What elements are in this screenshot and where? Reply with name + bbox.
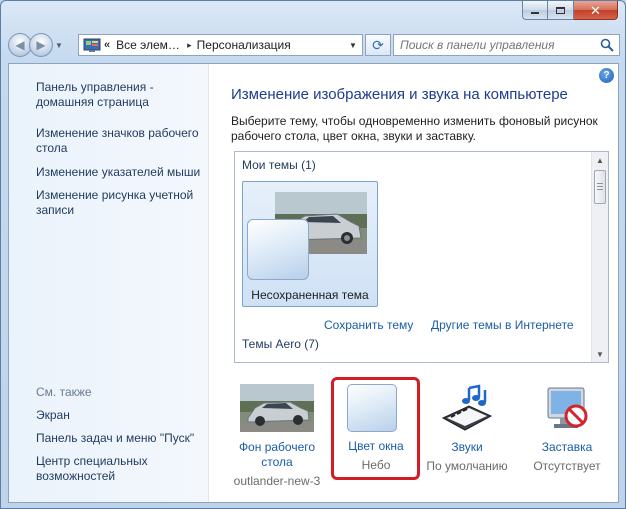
minimize-icon bbox=[531, 12, 539, 14]
aero-themes-label: Темы Aero (7) bbox=[242, 337, 319, 351]
save-theme-link[interactable]: Сохранить тему bbox=[324, 318, 413, 332]
sidebar-link-ease-of-access[interactable]: Центр специальных возможностей bbox=[36, 454, 166, 484]
themes-scrollbar[interactable]: ▲ ▼ bbox=[591, 152, 608, 362]
themes-list[interactable]: Мои темы (1) Несохраненная тема Сохранит… bbox=[234, 151, 609, 363]
see-also-heading: См. также bbox=[36, 385, 92, 399]
sounds-icon bbox=[441, 384, 493, 431]
sidebar-link-account-picture[interactable]: Изменение рисунка учетной записи bbox=[36, 188, 206, 218]
forward-arrow-icon: ▶ bbox=[36, 38, 46, 52]
sidebar-link-display[interactable]: Экран bbox=[36, 408, 206, 423]
desktop-background-item[interactable]: Фон рабочего стола outlander-new-3 bbox=[227, 384, 327, 489]
scroll-up-icon[interactable]: ▲ bbox=[592, 152, 608, 168]
page-title: Изменение изображения и звука на компьют… bbox=[231, 86, 568, 103]
screensaver-icon bbox=[547, 387, 588, 428]
window-color-title[interactable]: Цвет окна bbox=[337, 439, 415, 454]
search-icon[interactable] bbox=[600, 38, 614, 52]
screensaver-value: Отсутствует bbox=[533, 459, 601, 473]
sidebar: Панель управления - домашняя страница Из… bbox=[9, 64, 209, 502]
desktop-background-value: outlander-new-3 bbox=[233, 474, 321, 488]
window-color-item[interactable]: Цвет окна Небо bbox=[337, 439, 415, 473]
maximize-button[interactable] bbox=[548, 1, 574, 20]
back-arrow-icon: ◀ bbox=[15, 38, 25, 52]
control-panel-icon bbox=[83, 38, 101, 52]
car-wallpaper-icon bbox=[240, 384, 314, 432]
more-themes-online-link[interactable]: Другие темы в Интернете bbox=[431, 318, 574, 332]
desktop-background-title[interactable]: Фон рабочего стола bbox=[227, 440, 327, 470]
sidebar-link-control-panel-home[interactable]: Панель управления - домашняя страница bbox=[36, 80, 206, 110]
sounds-title[interactable]: Звуки bbox=[422, 440, 512, 455]
personalization-window: ✕ ◀ ▶ ▼ « Все элементы панели управления… bbox=[0, 0, 626, 509]
address-dropdown-icon[interactable]: ▼ bbox=[344, 35, 362, 55]
window-color-icon[interactable] bbox=[347, 384, 397, 432]
sounds-item[interactable]: Звуки По умолчанию bbox=[422, 384, 512, 474]
search-box[interactable] bbox=[393, 34, 620, 56]
address-overflow-chevron[interactable]: « bbox=[104, 39, 110, 51]
address-bar[interactable]: « Все элементы панели управления ▸ Персо… bbox=[78, 34, 363, 56]
maximize-icon bbox=[556, 6, 565, 14]
window-color-value: Небо bbox=[361, 458, 391, 472]
window-caption-buttons: ✕ bbox=[522, 1, 618, 20]
help-icon[interactable]: ? bbox=[599, 68, 614, 83]
screensaver-item[interactable]: Заставка Отсутствует bbox=[522, 384, 612, 474]
my-themes-label: Мои темы (1) bbox=[242, 158, 316, 172]
sounds-value: По умолчанию bbox=[426, 459, 508, 473]
window-color-thumbnail bbox=[247, 219, 309, 280]
screensaver-title[interactable]: Заставка bbox=[522, 440, 612, 455]
page-description: Выберите тему, чтобы одновременно измени… bbox=[231, 114, 598, 143]
sidebar-link-desktop-icons[interactable]: Изменение значков рабочего стола bbox=[36, 126, 206, 156]
refresh-button[interactable]: ⟳ bbox=[365, 34, 391, 56]
scroll-thumb[interactable] bbox=[594, 170, 606, 204]
scroll-down-icon[interactable]: ▼ bbox=[592, 346, 608, 362]
breadcrumb-separator-icon[interactable]: ▸ bbox=[187, 40, 192, 51]
unsaved-theme-tile[interactable]: Несохраненная тема bbox=[242, 181, 378, 307]
close-icon: ✕ bbox=[590, 2, 601, 18]
main-panel: ? Изменение изображения и звука на компь… bbox=[209, 64, 618, 502]
breadcrumb-all-control-panel[interactable]: Все элементы панели управления bbox=[116, 38, 182, 52]
unsaved-theme-label: Несохраненная тема bbox=[251, 288, 369, 302]
sidebar-link-mouse-pointers[interactable]: Изменение указателей мыши bbox=[36, 165, 206, 180]
content-area: Панель управления - домашняя страница Из… bbox=[8, 63, 619, 503]
breadcrumb-personalization[interactable]: Персонализация bbox=[197, 38, 291, 52]
sidebar-link-taskbar-start[interactable]: Панель задач и меню "Пуск" bbox=[36, 431, 206, 446]
search-input[interactable] bbox=[400, 38, 590, 52]
navigation-bar: ◀ ▶ ▼ « Все элементы панели управления ▸… bbox=[8, 31, 620, 59]
forward-button[interactable]: ▶ bbox=[29, 33, 53, 57]
minimize-button[interactable] bbox=[522, 1, 548, 20]
recent-pages-dropdown[interactable]: ▼ bbox=[55, 41, 65, 50]
refresh-icon: ⟳ bbox=[372, 36, 384, 53]
close-button[interactable]: ✕ bbox=[574, 1, 618, 20]
